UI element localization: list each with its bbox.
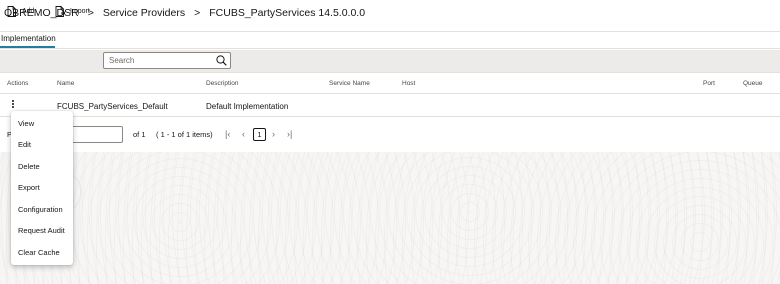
first-page-icon[interactable]: |‹	[225, 129, 230, 139]
add-document-icon	[7, 5, 17, 17]
search-input[interactable]	[109, 55, 214, 66]
last-page-icon[interactable]: ›|	[287, 129, 292, 139]
menu-item-export[interactable]: Export	[18, 183, 40, 192]
divider	[0, 116, 780, 117]
import-button[interactable]: Import	[55, 5, 90, 17]
menu-item-view[interactable]: View	[18, 119, 34, 128]
page-button-current[interactable]: 1	[253, 128, 266, 141]
column-header-actions: Actions	[7, 80, 29, 87]
breadcrumb-item-current: FCUBS_PartyServices 14.5.0.0.0	[209, 7, 366, 19]
import-button-label: Import	[70, 7, 90, 15]
divider	[0, 31, 780, 32]
import-document-icon	[55, 5, 65, 17]
divider	[0, 72, 780, 73]
add-button[interactable]: Add	[7, 5, 34, 17]
row-name[interactable]: FCUBS_PartyServices_Default	[57, 102, 168, 111]
pagination-items-label: ( 1 - 1 of 1 items)	[156, 130, 213, 139]
column-header-name[interactable]: Name	[57, 80, 74, 87]
menu-item-request-audit[interactable]: Request Audit	[18, 226, 65, 235]
add-button-label: Add	[22, 7, 35, 15]
breadcrumb-separator: >	[194, 7, 201, 19]
column-header-description[interactable]: Description	[206, 80, 239, 87]
column-header-port[interactable]: Port	[703, 80, 715, 87]
column-header-queue[interactable]: Queue	[743, 80, 763, 87]
row-description: Default Implementation	[206, 102, 289, 111]
menu-item-delete[interactable]: Delete	[18, 162, 40, 171]
row-actions-menu: View Edit Delete Export Configuration Re…	[11, 111, 73, 265]
divider	[0, 48, 780, 49]
search-field[interactable]	[103, 52, 231, 69]
breadcrumb-item-service-providers[interactable]: Service Providers	[103, 7, 185, 23]
row-actions-kebab-icon[interactable]	[8, 99, 18, 111]
menu-item-configuration[interactable]: Configuration	[18, 205, 63, 214]
menu-item-edit[interactable]: Edit	[18, 140, 31, 149]
search-icon[interactable]	[216, 55, 227, 66]
background-pattern	[0, 152, 780, 284]
column-header-host[interactable]: Host	[402, 80, 415, 87]
menu-item-clear-cache[interactable]: Clear Cache	[18, 248, 60, 257]
next-page-icon[interactable]: ›	[272, 129, 275, 139]
column-header-service-name[interactable]: Service Name	[329, 80, 370, 87]
prev-page-icon[interactable]: ‹	[242, 129, 245, 139]
divider	[0, 93, 780, 94]
pagination-of-label: of 1	[133, 130, 146, 139]
